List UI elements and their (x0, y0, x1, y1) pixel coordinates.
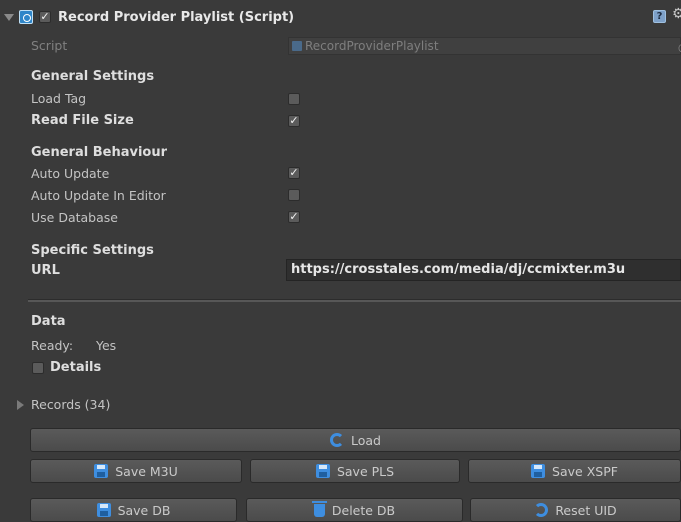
reset-uid-label: Reset UID (555, 502, 617, 518)
save-m3u-label: Save M3U (115, 463, 178, 479)
reset-uid-button[interactable]: Reset UID (470, 498, 681, 522)
component-enabled-checkbox[interactable]: ✓ (39, 11, 51, 23)
general-behaviour-heading: General Behaviour (31, 145, 168, 160)
use-database-label: Use Database (31, 210, 118, 225)
refresh-icon (330, 433, 344, 447)
floppy-disk-icon (315, 464, 330, 478)
help-icon[interactable]: ? (653, 10, 666, 23)
script-field-value: RecordProviderPlaylist (305, 39, 439, 53)
auto-update-in-editor-checkbox[interactable] (288, 189, 300, 201)
url-label: URL (31, 263, 60, 278)
read-file-size-checkbox[interactable]: ✓ (288, 115, 300, 127)
reset-icon (534, 503, 549, 517)
load-button[interactable]: Load (30, 428, 681, 452)
save-xspf-label: Save XSPF (552, 463, 618, 479)
floppy-disk-icon (94, 464, 109, 478)
script-file-icon (292, 41, 302, 51)
foldout-down-icon[interactable] (4, 14, 14, 21)
trash-icon (311, 500, 327, 517)
use-database-checkbox[interactable]: ✓ (288, 211, 300, 223)
script-label: Script (31, 38, 68, 53)
details-label[interactable]: Details (50, 360, 101, 375)
save-pls-label: Save PLS (336, 463, 395, 479)
gear-icon[interactable]: ⚙ (672, 6, 681, 22)
read-file-size-label: Read File Size (31, 113, 134, 128)
save-xspf-button[interactable]: Save XSPF (468, 459, 681, 483)
floppy-disk-icon (531, 464, 546, 478)
auto-update-label: Auto Update (31, 166, 110, 181)
load-tag-checkbox[interactable] (288, 93, 300, 105)
url-input[interactable]: https://crosstales.com/media/dj/ccmixter… (286, 259, 681, 281)
load-tag-label: Load Tag (31, 91, 87, 106)
auto-update-checkbox[interactable]: ✓ (288, 167, 300, 179)
ready-value: Yes (96, 338, 117, 353)
save-m3u-button[interactable]: Save M3U (30, 459, 242, 483)
script-field[interactable]: RecordProviderPlaylist ◎ (288, 37, 681, 55)
script-icon (19, 10, 33, 24)
section-divider (28, 299, 681, 302)
save-db-button[interactable]: Save DB (30, 498, 237, 522)
general-settings-heading: General Settings (31, 69, 155, 84)
auto-update-in-editor-label: Auto Update In Editor (31, 188, 166, 203)
ready-label: Ready: (31, 338, 74, 353)
component-title: Record Provider Playlist (Script) (58, 10, 295, 25)
data-heading: Data (31, 314, 66, 329)
save-db-label: Save DB (117, 502, 171, 518)
delete-db-label: Delete DB (331, 502, 396, 518)
details-checkbox[interactable] (32, 362, 44, 374)
save-pls-button[interactable]: Save PLS (250, 459, 460, 483)
delete-db-button[interactable]: Delete DB (246, 498, 463, 522)
floppy-disk-icon (96, 503, 111, 517)
load-button-label: Load (351, 432, 381, 448)
records-foldout-label[interactable]: Records (34) (31, 397, 110, 412)
foldout-right-icon[interactable] (17, 400, 24, 410)
specific-settings-heading: Specific Settings (31, 243, 154, 258)
